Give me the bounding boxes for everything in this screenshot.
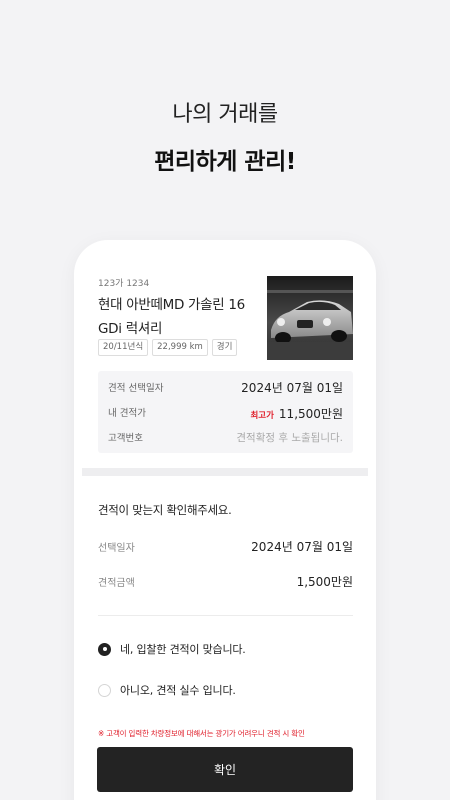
tag-year: 20/11년식 [98, 339, 149, 356]
info-label: 견적 선택일자 [108, 383, 164, 394]
confirm-title: 견적이 맞는지 확인해주세요. [98, 503, 232, 517]
info-row-my-quote: 내 견적가 최고가 11,500만원 [108, 402, 343, 422]
promo-line-1: 나의 거래를 [172, 102, 278, 127]
promo-line-2: 편리하게 관리! [154, 149, 296, 175]
confirm-amount-label: 견적금액 [98, 577, 135, 589]
radio-option-yes[interactable]: 네, 입찰한 견적이 맞습니다. [98, 639, 246, 659]
confirm-date-row: 선택일자 2024년 07월 01일 [98, 536, 353, 556]
divider-line [98, 615, 353, 616]
tag-region: 경기 [211, 339, 238, 356]
radio-unchecked-icon[interactable] [98, 683, 111, 697]
radio-checked-icon[interactable] [98, 642, 111, 656]
info-value: 11,500만원 [278, 406, 343, 421]
vehicle-name: 현대 아반떼MD 가솔린 16 GDi 럭셔리 [98, 297, 245, 337]
confirm-date-label: 선택일자 [98, 542, 135, 554]
vehicle-summary: 123가 1234 현대 아반떼MD 가솔린 16 GDi 럭셔리 20/11년… [74, 240, 376, 468]
info-label: 고객번호 [108, 433, 143, 444]
radio-option-no[interactable]: 아니오, 견적 실수 입니다. [98, 680, 236, 700]
info-row-customer-no: 고객번호 견적확정 후 노출됩니다. [108, 427, 343, 447]
confirm-amount-row: 견적금액 1,500만원 [98, 571, 353, 591]
quote-info-box: 견적 선택일자 2024년 07월 01일 내 견적가 최고가 11,500만원 … [98, 371, 353, 453]
info-value-wrap: 최고가 11,500만원 [250, 403, 343, 422]
warning-note: ※ 고객이 입력한 차량정보에 대해서는 광기가 어려우니 견적 시 확인 [98, 729, 305, 738]
info-value: 2024년 07월 01일 [241, 380, 343, 395]
confirm-button[interactable]: 확인 [97, 747, 353, 792]
tag-mileage: 22,999 km [152, 339, 208, 356]
car-photo [267, 276, 353, 360]
plate-number: 123가 1234 [98, 279, 150, 289]
info-label: 내 견적가 [108, 408, 146, 419]
vehicle-tags: 20/11년식 22,999 km 경기 [98, 339, 238, 356]
confirm-date-value: 2024년 07월 01일 [251, 539, 353, 554]
radio-label-no: 아니오, 견적 실수 입니다. [120, 684, 236, 697]
section-divider [82, 468, 368, 476]
promo-header: 나의 거래를 편리하게 관리! [0, 96, 450, 176]
confirm-amount-value: 1,500만원 [296, 574, 353, 589]
best-price-badge: 최고가 [250, 410, 274, 421]
phone-mockup: 123가 1234 현대 아반떼MD 가솔린 16 GDi 럭셔리 20/11년… [74, 240, 376, 800]
info-row-date: 견적 선택일자 2024년 07월 01일 [108, 377, 343, 397]
info-value: 견적확정 후 노출됩니다. [236, 431, 343, 444]
radio-label-yes: 네, 입찰한 견적이 맞습니다. [120, 643, 246, 656]
